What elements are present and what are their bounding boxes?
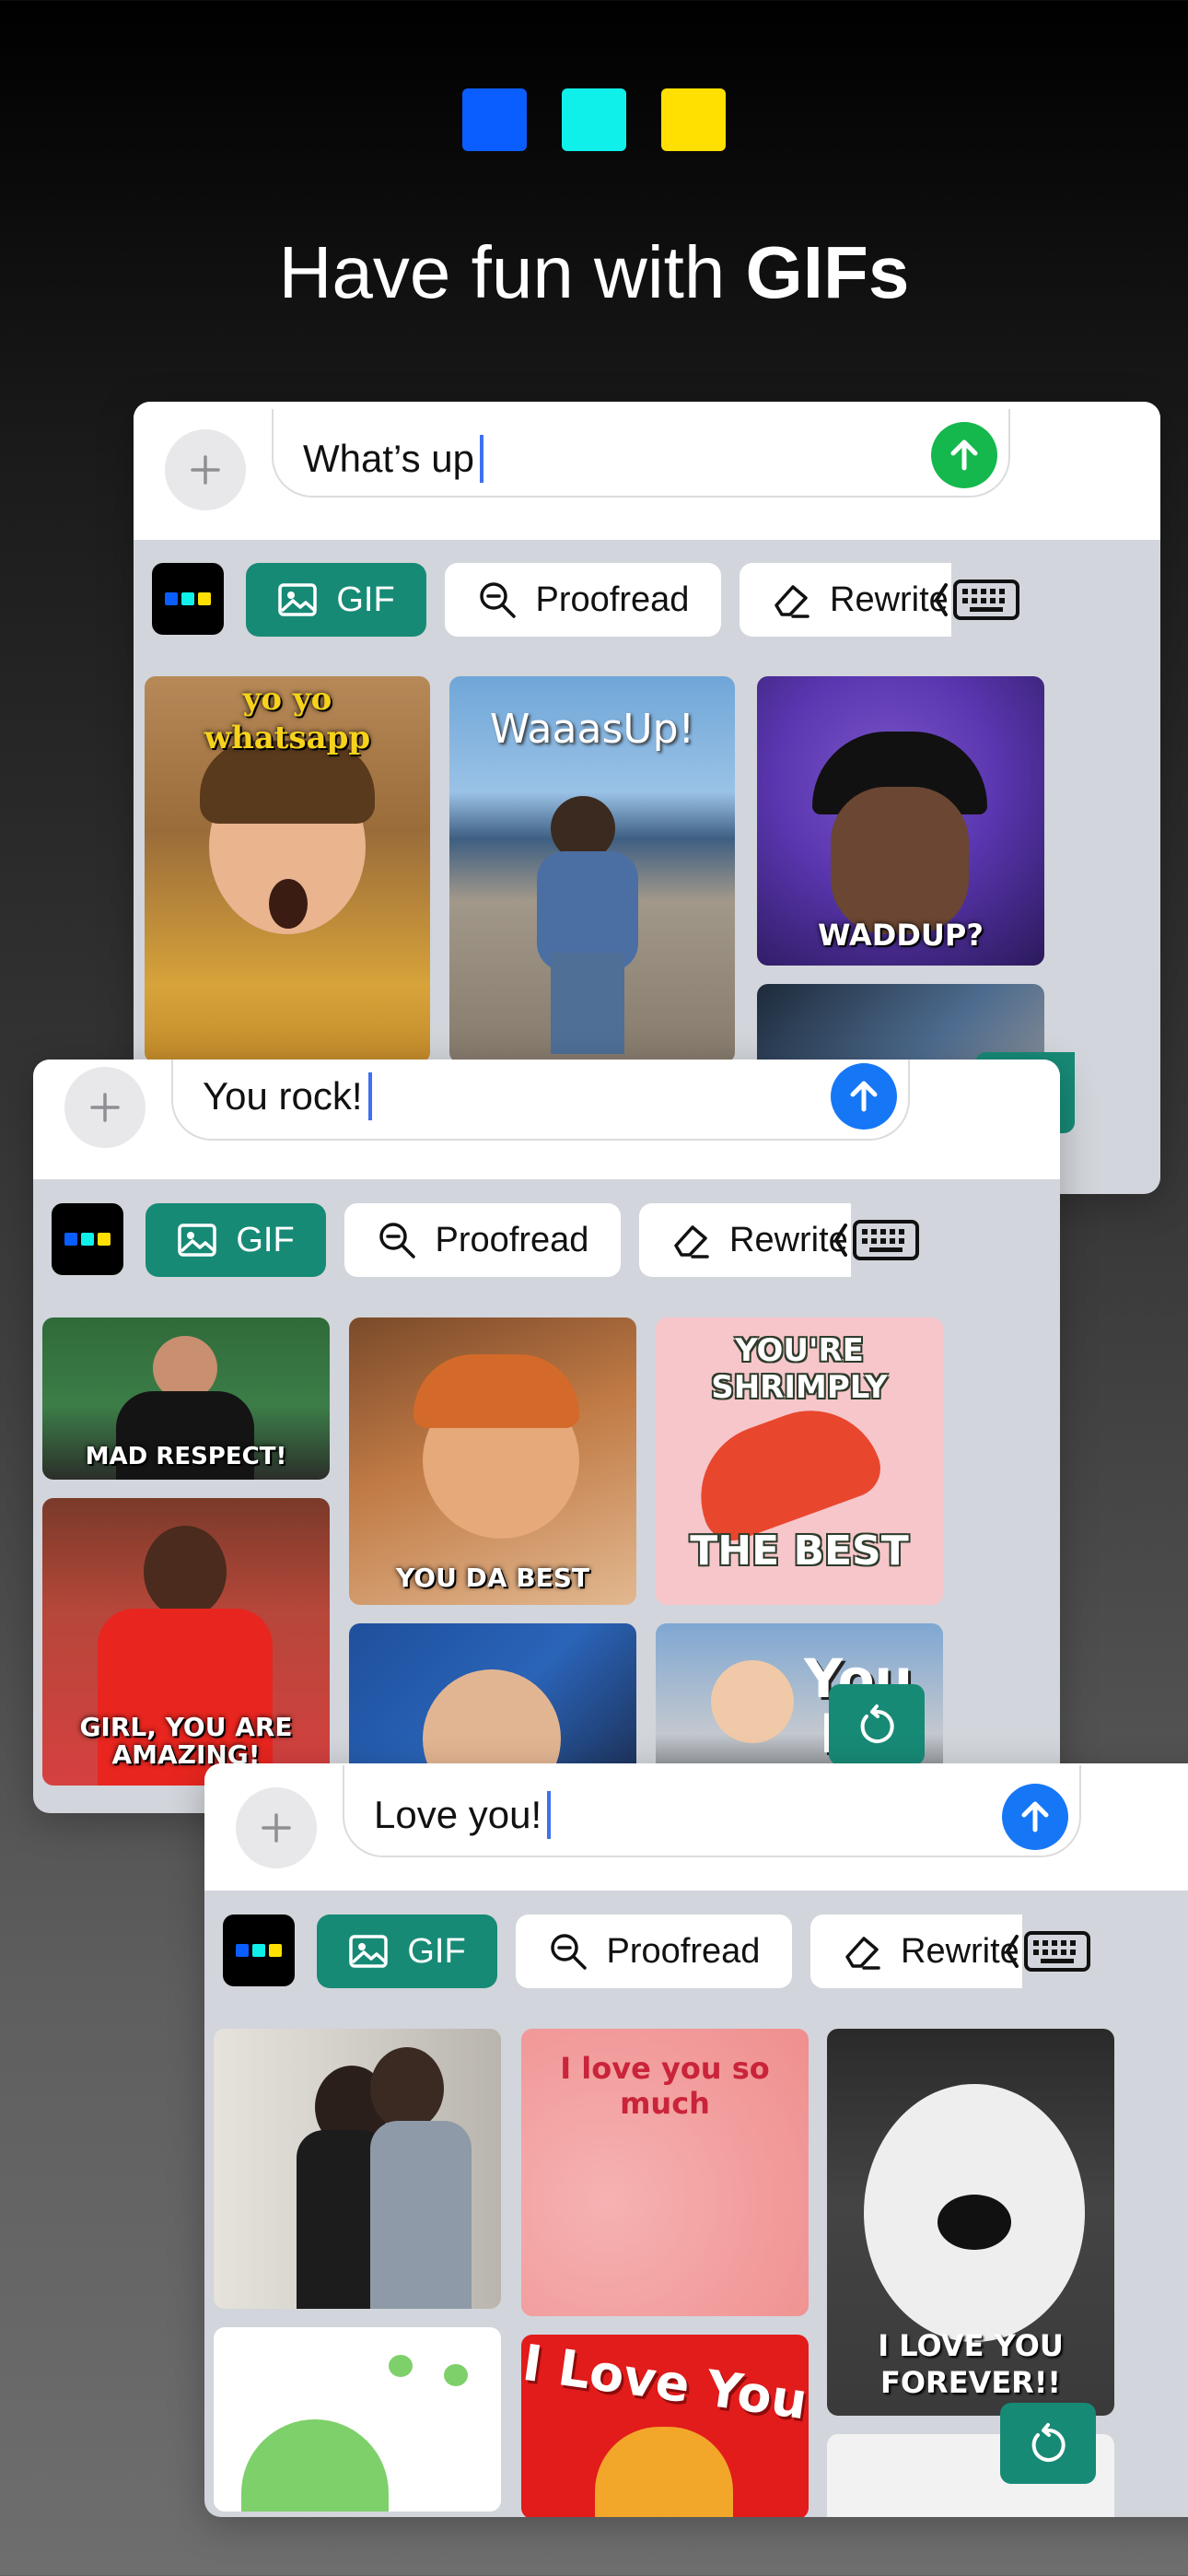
arrow-up-icon: [950, 439, 978, 471]
keyboard-toggle-button[interactable]: [833, 1211, 921, 1270]
gif-caption: yo yo whatsapp: [204, 681, 371, 756]
plus-icon: [90, 1093, 120, 1122]
message-input[interactable]: Love you!: [343, 1765, 1081, 1857]
gif-thumbnail[interactable]: WaaasUp!: [449, 676, 735, 1063]
proofread-tab[interactable]: Proofread: [516, 1914, 792, 1988]
search-icon: [379, 1223, 415, 1259]
text-cursor: [480, 434, 483, 483]
keyboard-icon: [833, 1220, 919, 1260]
rewrite-tab[interactable]: Rewrite: [810, 1914, 1022, 1988]
send-button[interactable]: [1002, 1784, 1068, 1850]
app-logo-icon[interactable]: [52, 1203, 123, 1275]
keyboard-toolbar: GIF Proofread Rewrite: [223, 1914, 1188, 1988]
keyboard-icon: [934, 580, 1019, 620]
compose-bar: Love you!: [204, 1763, 1188, 1891]
add-attachment-button[interactable]: [64, 1067, 146, 1148]
text-cursor: [367, 1071, 372, 1120]
rewrite-label: Rewrite: [901, 1931, 1019, 1971]
gif-thumbnail[interactable]: I love you so much: [521, 2029, 809, 2316]
page-title: Have fun with GIFs: [0, 230, 1188, 315]
proofread-label: Proofread: [435, 1220, 589, 1259]
message-input[interactable]: You rock!: [171, 1060, 910, 1141]
gif-caption: GIRL, YOU ARE AMAZING!: [79, 1712, 293, 1770]
app-logo-icon[interactable]: [152, 563, 224, 635]
gif-caption: YOU DA BEST: [396, 1563, 589, 1593]
text-cursor: [547, 1790, 552, 1839]
keyboard-toggle-button[interactable]: [933, 570, 1021, 629]
refresh-button[interactable]: [829, 1684, 925, 1765]
message-text: What’s up: [303, 437, 474, 480]
refresh-button[interactable]: [1000, 2403, 1096, 2484]
message-text: Love you!: [374, 1793, 542, 1836]
blue-square: [462, 88, 527, 151]
keyboard-card-3: Love you! GIF Proofread Rewrite I love y…: [204, 1763, 1188, 2517]
gif-caption: YOU'RE SHRIMPLY: [711, 1332, 888, 1406]
rewrite-tab[interactable]: Rewrite: [639, 1203, 851, 1277]
gif-caption: I LOVE YOU FOREVER!!: [878, 2328, 1064, 2400]
app-logo-icon[interactable]: [223, 1914, 295, 1986]
image-icon: [178, 1224, 217, 1257]
refresh-icon: [1031, 2423, 1066, 2462]
rewrite-label: Rewrite: [830, 580, 949, 619]
gif-tab[interactable]: GIF: [146, 1203, 326, 1277]
gif-thumbnail[interactable]: YOU DA BEST: [349, 1317, 636, 1605]
gif-thumbnail[interactable]: GIRL, YOU ARE AMAZING!: [42, 1498, 330, 1786]
gif-thumbnail[interactable]: [214, 2029, 501, 2309]
gif-label: GIF: [236, 1220, 295, 1259]
send-button[interactable]: [831, 1063, 897, 1130]
brand-dots: [0, 88, 1188, 151]
compose-bar: You rock!: [33, 1060, 1060, 1179]
add-attachment-button[interactable]: [236, 1787, 317, 1868]
image-icon: [278, 583, 318, 616]
search-icon: [550, 1934, 587, 1970]
keyboard-toolbar: GIF Proofread Rewrite: [52, 1203, 1046, 1277]
gif-caption: THE BEST: [690, 1528, 909, 1575]
gif-thumbnail[interactable]: WADDUP?: [757, 676, 1044, 966]
keyboard-toolbar: GIF Proofread Rewrite: [152, 563, 1147, 637]
rewrite-label: Rewrite: [729, 1220, 848, 1259]
eraser-icon: [845, 1937, 880, 1970]
arrow-up-icon: [850, 1081, 878, 1112]
keyboard-toggle-button[interactable]: [1004, 1922, 1092, 1981]
image-icon: [349, 1935, 389, 1968]
gif-caption: WADDUP?: [818, 918, 984, 953]
proofread-tab[interactable]: Proofread: [445, 563, 721, 637]
gif-label: GIF: [407, 1931, 466, 1971]
title-regular: Have fun with: [278, 231, 746, 313]
cyan-square: [562, 88, 626, 151]
refresh-icon: [860, 1704, 894, 1743]
message-input[interactable]: What’s up: [272, 409, 1010, 498]
eraser-icon: [674, 1225, 709, 1259]
proofread-label: Proofread: [606, 1931, 761, 1971]
gif-label: GIF: [336, 580, 395, 619]
gif-thumbnail[interactable]: MAD RESPECT!: [42, 1317, 330, 1480]
gif-tab[interactable]: GIF: [246, 563, 426, 637]
plus-icon: [191, 455, 220, 485]
eraser-icon: [775, 585, 809, 618]
gif-thumbnail[interactable]: YOU'RE SHRIMPLY THE BEST: [656, 1317, 943, 1605]
gif-caption: I love you so much: [560, 2051, 770, 2121]
search-icon: [479, 582, 516, 618]
arrow-up-icon: [1021, 1801, 1049, 1832]
gif-thumbnail[interactable]: I LOVE YOU FOREVER!!: [827, 2029, 1114, 2416]
send-button[interactable]: [931, 422, 997, 488]
gif-thumbnail[interactable]: yo yo whatsapp: [145, 676, 430, 1063]
keyboard-icon: [1005, 1931, 1090, 1972]
proofread-tab[interactable]: Proofread: [344, 1203, 621, 1277]
gif-caption: I Love You: [521, 2335, 809, 2431]
gif-caption: WaaasUp!: [489, 706, 695, 753]
yellow-square: [661, 88, 726, 151]
message-text: You rock!: [203, 1074, 363, 1118]
add-attachment-button[interactable]: [165, 429, 246, 510]
gif-caption: MAD RESPECT!: [85, 1443, 287, 1470]
rewrite-tab[interactable]: Rewrite: [740, 563, 951, 637]
gif-tab[interactable]: GIF: [317, 1914, 497, 1988]
keyboard-card-2: You rock! GIF Proofread Rewrite MAD RESP…: [33, 1060, 1060, 1813]
compose-bar: What’s up: [134, 402, 1160, 540]
title-bold: GIFs: [745, 231, 910, 313]
plus-icon: [262, 1813, 291, 1843]
gif-thumbnail[interactable]: [214, 2327, 501, 2512]
proofread-label: Proofread: [535, 580, 690, 619]
gif-thumbnail[interactable]: I Love You: [521, 2335, 809, 2517]
